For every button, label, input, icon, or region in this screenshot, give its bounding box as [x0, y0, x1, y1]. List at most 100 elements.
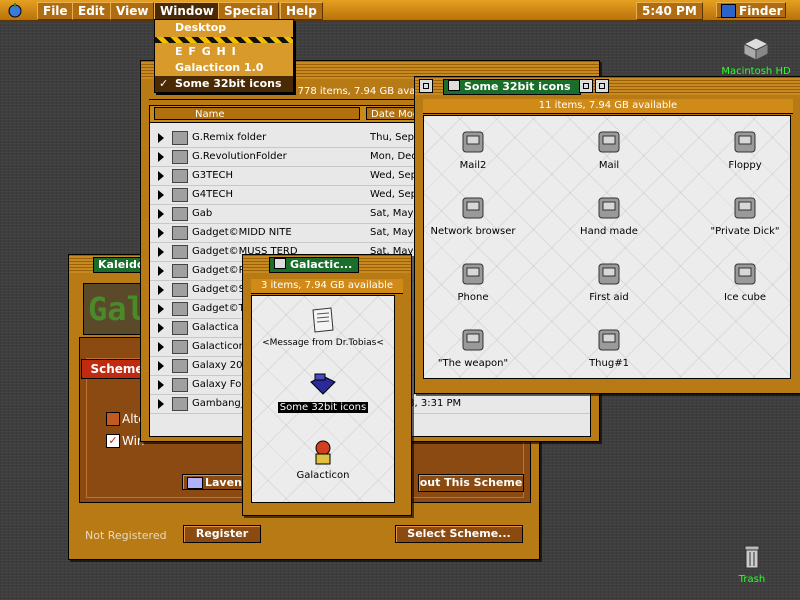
newspaper-icon — [307, 304, 339, 336]
disclosure-triangle-icon[interactable] — [158, 152, 164, 162]
icons-title-bar[interactable]: Some 32bit icons — [415, 77, 800, 95]
disclosure-triangle-icon[interactable] — [158, 266, 164, 276]
disclosure-triangle-icon[interactable] — [158, 228, 164, 238]
folder-icon — [172, 302, 188, 316]
galacticon-title-bar[interactable]: Galactic... — [243, 255, 411, 273]
disclosure-triangle-icon[interactable] — [158, 323, 164, 333]
disclosure-triangle-icon[interactable] — [158, 342, 164, 352]
the-weapon-icon[interactable]: "The weapon" — [428, 324, 518, 369]
disclosure-triangle-icon[interactable] — [158, 247, 164, 257]
icon-label: Mail — [598, 160, 620, 171]
mail-icon-image — [593, 126, 625, 158]
phone-icon[interactable]: Phone — [428, 258, 518, 303]
icons-content: Mail2 Mail Floppy Network browser Hand made "… — [423, 115, 791, 379]
row-name: Gadget©MIDD NITE — [192, 227, 292, 238]
disclosure-triangle-icon[interactable] — [158, 380, 164, 390]
application-menu[interactable]: Finder — [716, 2, 786, 18]
disclosure-triangle-icon[interactable] — [158, 399, 164, 409]
menu-divider — [155, 37, 293, 43]
row-name: G4TECH — [192, 189, 234, 200]
some-32bit-folder-icon[interactable]: Some 32bit icons — [268, 368, 378, 413]
ice-cube-icon[interactable]: Ice cube — [700, 258, 790, 303]
galacticon-info: 3 items, 7.94 GB available — [251, 279, 403, 294]
menu-item-galacticon[interactable]: Galacticon 1.0 — [155, 60, 313, 76]
icons-window-title: Some 32bit icons — [443, 79, 581, 95]
some-32bit-label: Some 32bit icons — [277, 402, 369, 413]
thug-icon[interactable]: Thug#1 — [564, 324, 654, 369]
message-document-icon[interactable]: <Message from Dr.Tobias< — [252, 304, 394, 348]
thug-icon-image — [593, 324, 625, 356]
menu-file[interactable]: File — [37, 2, 74, 20]
galacticon-label: Galacticon — [296, 470, 350, 481]
menu-item-efghi[interactable]: E F G H I — [155, 44, 313, 60]
galacticon-app-icon[interactable]: Galacticon — [268, 436, 378, 481]
menu-clock[interactable]: 5:40 PM — [636, 2, 703, 20]
macintosh-hd-icon[interactable]: Macintosh HD — [718, 32, 794, 77]
not-registered-label: Not Registered — [85, 529, 167, 542]
robot-icon — [307, 436, 339, 468]
folder-icon — [172, 131, 188, 145]
icon-label: Floppy — [728, 160, 762, 171]
zoom-box-icon[interactable] — [579, 79, 593, 93]
select-scheme-button[interactable]: Select Scheme... — [395, 525, 523, 543]
disclosure-triangle-icon[interactable] — [158, 304, 164, 314]
first-aid-icon-image — [593, 258, 625, 290]
folder-icon — [172, 340, 188, 354]
menu-edit[interactable]: Edit — [72, 2, 111, 20]
private-dick-icon[interactable]: "Private Dick" — [700, 192, 790, 237]
windows-checkbox[interactable]: ✓ — [106, 434, 120, 448]
trash-icon[interactable]: Trash — [720, 540, 784, 585]
register-button[interactable]: Register — [183, 525, 261, 543]
icons-window-title-text: Some 32bit icons — [464, 80, 571, 93]
phone-icon-image — [457, 258, 489, 290]
apple-menu[interactable] — [4, 2, 26, 18]
floppy-icon[interactable]: Floppy — [700, 126, 790, 171]
menu-item-desktop[interactable]: Desktop — [155, 20, 313, 36]
about-scheme-button[interactable]: out This Scheme — [418, 474, 524, 492]
mail2-icon[interactable]: Mail2 — [428, 126, 518, 171]
ice-cube-icon-image — [729, 258, 761, 290]
menu-special[interactable]: Special — [218, 2, 279, 20]
alternate-checkbox[interactable] — [106, 412, 120, 426]
close-box-icon[interactable] — [419, 79, 433, 93]
hand-made-icon[interactable]: Hand made — [564, 192, 654, 237]
trash-label: Trash — [738, 574, 766, 585]
menu-help[interactable]: Help — [280, 2, 323, 20]
trash-can-icon — [736, 540, 768, 572]
the-weapon-icon-image — [457, 324, 489, 356]
icon-label: Network browser — [430, 226, 516, 237]
row-name: Galaxy 200 — [192, 360, 249, 371]
icons-info: 11 items, 7.94 GB available — [423, 99, 793, 114]
disclosure-triangle-icon[interactable] — [158, 285, 164, 295]
collapse-box-icon[interactable] — [595, 79, 609, 93]
disclosure-triangle-icon[interactable] — [158, 190, 164, 200]
icons-grid: Mail2 Mail Floppy Network browser Hand made "… — [424, 116, 790, 378]
row-date: Wed, Sep — [370, 189, 418, 200]
network-browser-icon[interactable]: Network browser — [428, 192, 518, 237]
folder-icon — [172, 283, 188, 297]
menu-item-some-32bit[interactable]: ✓ Some 32bit icons — [155, 76, 293, 92]
folder-icon — [172, 359, 188, 373]
window-menu: Desktop E F G H I Galacticon 1.0 ✓ Some … — [154, 19, 294, 93]
folder-icon — [172, 226, 188, 240]
mail-icon[interactable]: Mail — [564, 126, 654, 171]
folder-icon — [172, 188, 188, 202]
disclosure-triangle-icon[interactable] — [158, 171, 164, 181]
first-aid-icon[interactable]: First aid — [564, 258, 654, 303]
column-name-header[interactable]: Name — [154, 107, 360, 120]
menu-window[interactable]: Window — [154, 2, 220, 20]
menu-view[interactable]: View — [110, 2, 155, 20]
disclosure-triangle-icon[interactable] — [158, 209, 164, 219]
message-label: <Message from Dr.Tobias< — [262, 338, 384, 348]
folder-icon — [172, 378, 188, 392]
menu-bar: File Edit View Window Special Help 5:40 … — [0, 0, 800, 21]
mail2-icon-image — [457, 126, 489, 158]
disclosure-triangle-icon[interactable] — [158, 361, 164, 371]
folder-icon — [448, 80, 460, 91]
private-dick-icon-image — [729, 192, 761, 224]
icon-label: Phone — [457, 292, 489, 303]
finder-icon — [721, 4, 736, 18]
icon-label: First aid — [589, 292, 629, 303]
floppy-icon-image — [729, 126, 761, 158]
disclosure-triangle-icon[interactable] — [158, 133, 164, 143]
